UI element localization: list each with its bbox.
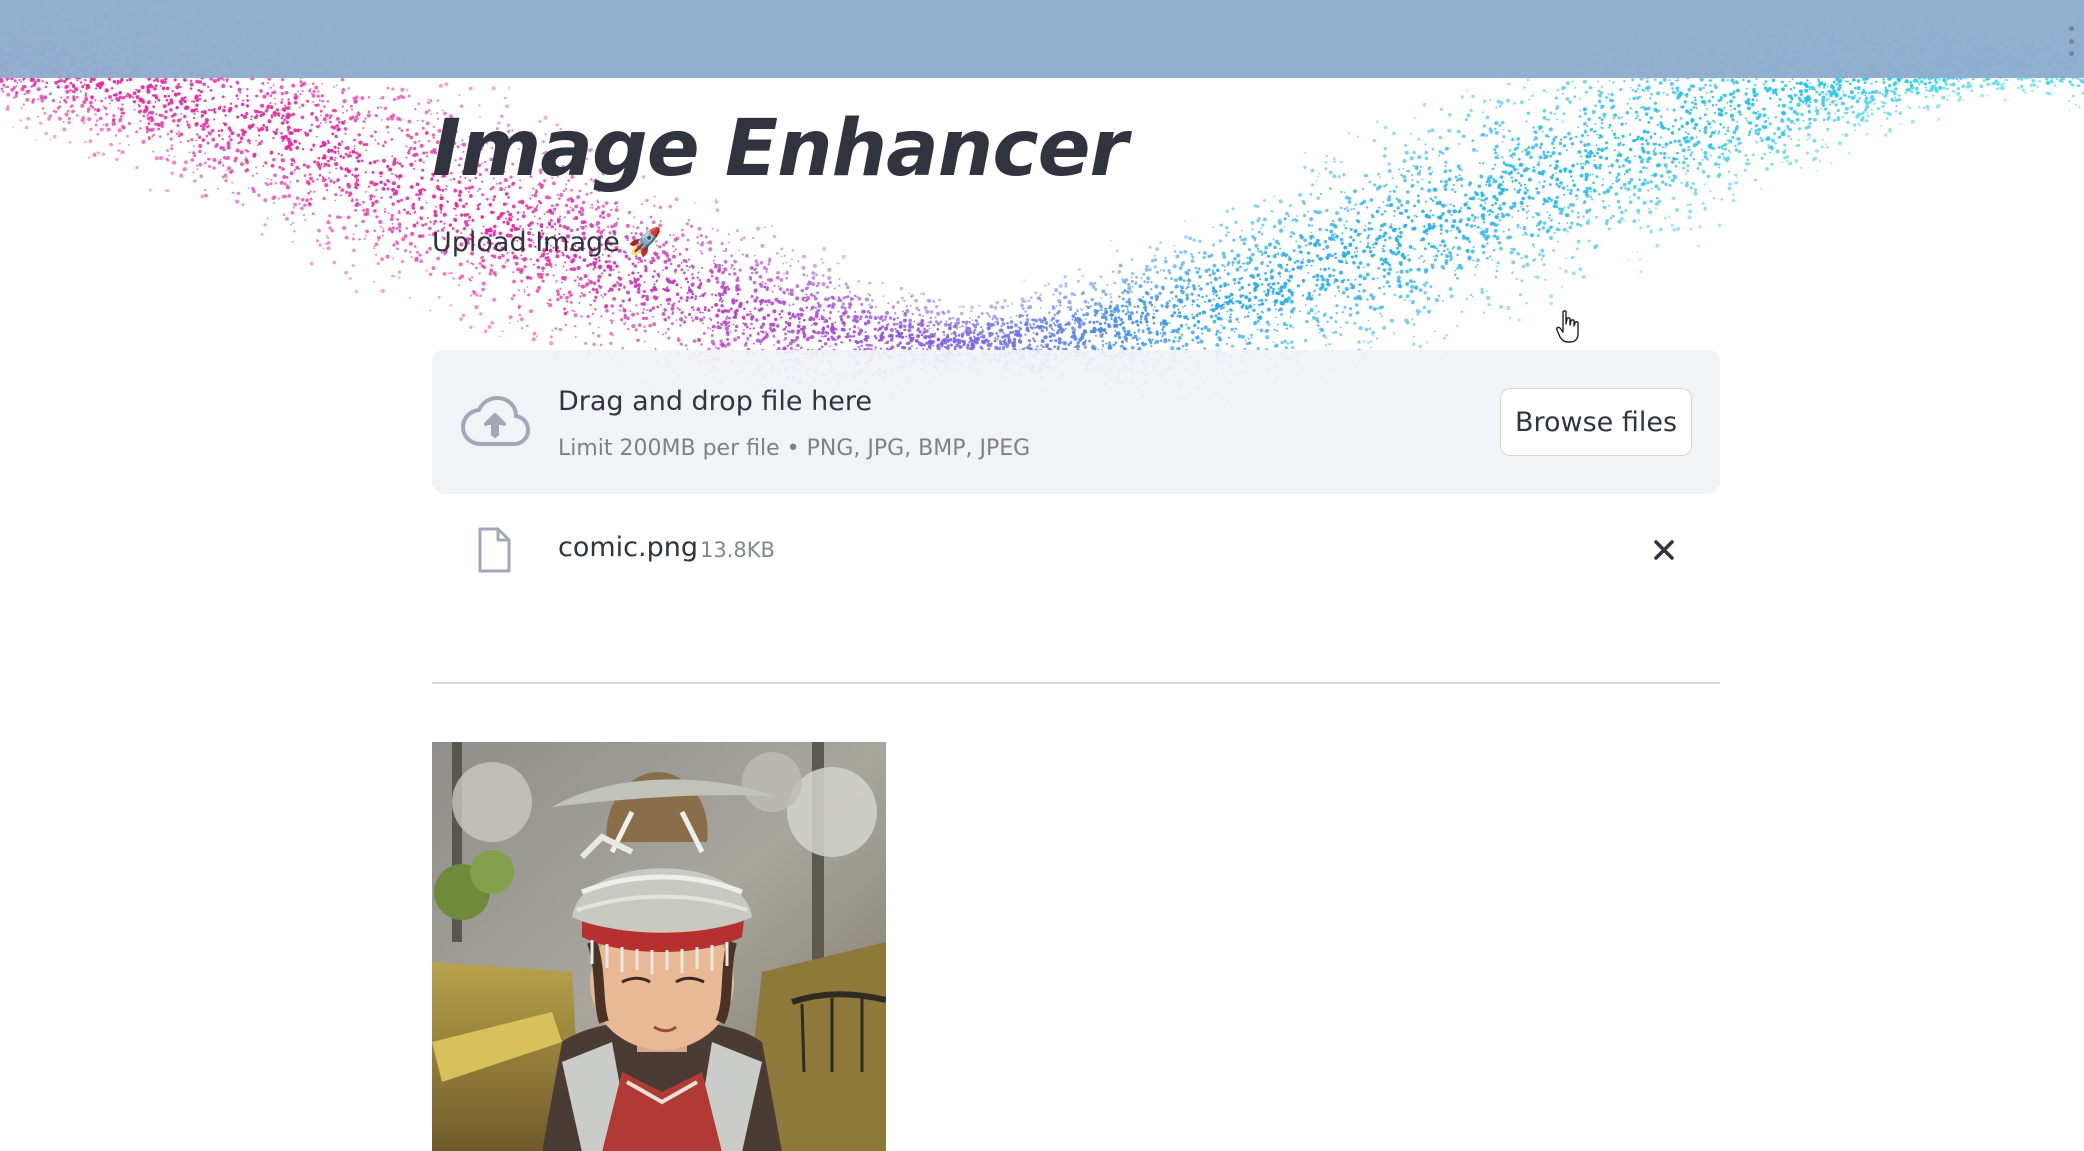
remove-file-button[interactable] xyxy=(1646,532,1682,568)
dropzone-instructions: Limit 200MB per file • PNG, JPG, BMP, JP… xyxy=(558,436,1031,461)
file-icon xyxy=(478,527,511,573)
browse-files-button[interactable]: Browse files xyxy=(1500,388,1692,456)
main-menu-icon[interactable] xyxy=(2064,26,2078,56)
cloud-upload-icon xyxy=(460,395,530,446)
page-title: Image Enhancer xyxy=(432,104,1128,194)
close-icon xyxy=(1654,540,1674,560)
app-page: Image Enhancer Upload Image 🚀 Drag and d… xyxy=(0,0,2084,1151)
comic-image xyxy=(432,742,886,1151)
file-name: comic.png xyxy=(558,532,698,563)
file-size: 13.8KB xyxy=(700,538,775,562)
section-divider xyxy=(432,682,1720,684)
upload-label: Upload Image 🚀 xyxy=(432,227,662,258)
uploaded-file-row: comic.png 13.8KB xyxy=(432,510,1720,590)
app-header xyxy=(0,0,2084,78)
image-preview xyxy=(432,742,886,1151)
dropzone-title: Drag and drop file here xyxy=(558,386,872,417)
mouse-pointer-icon xyxy=(1556,310,1579,343)
file-dropzone[interactable]: Drag and drop file here Limit 200MB per … xyxy=(432,350,1720,494)
